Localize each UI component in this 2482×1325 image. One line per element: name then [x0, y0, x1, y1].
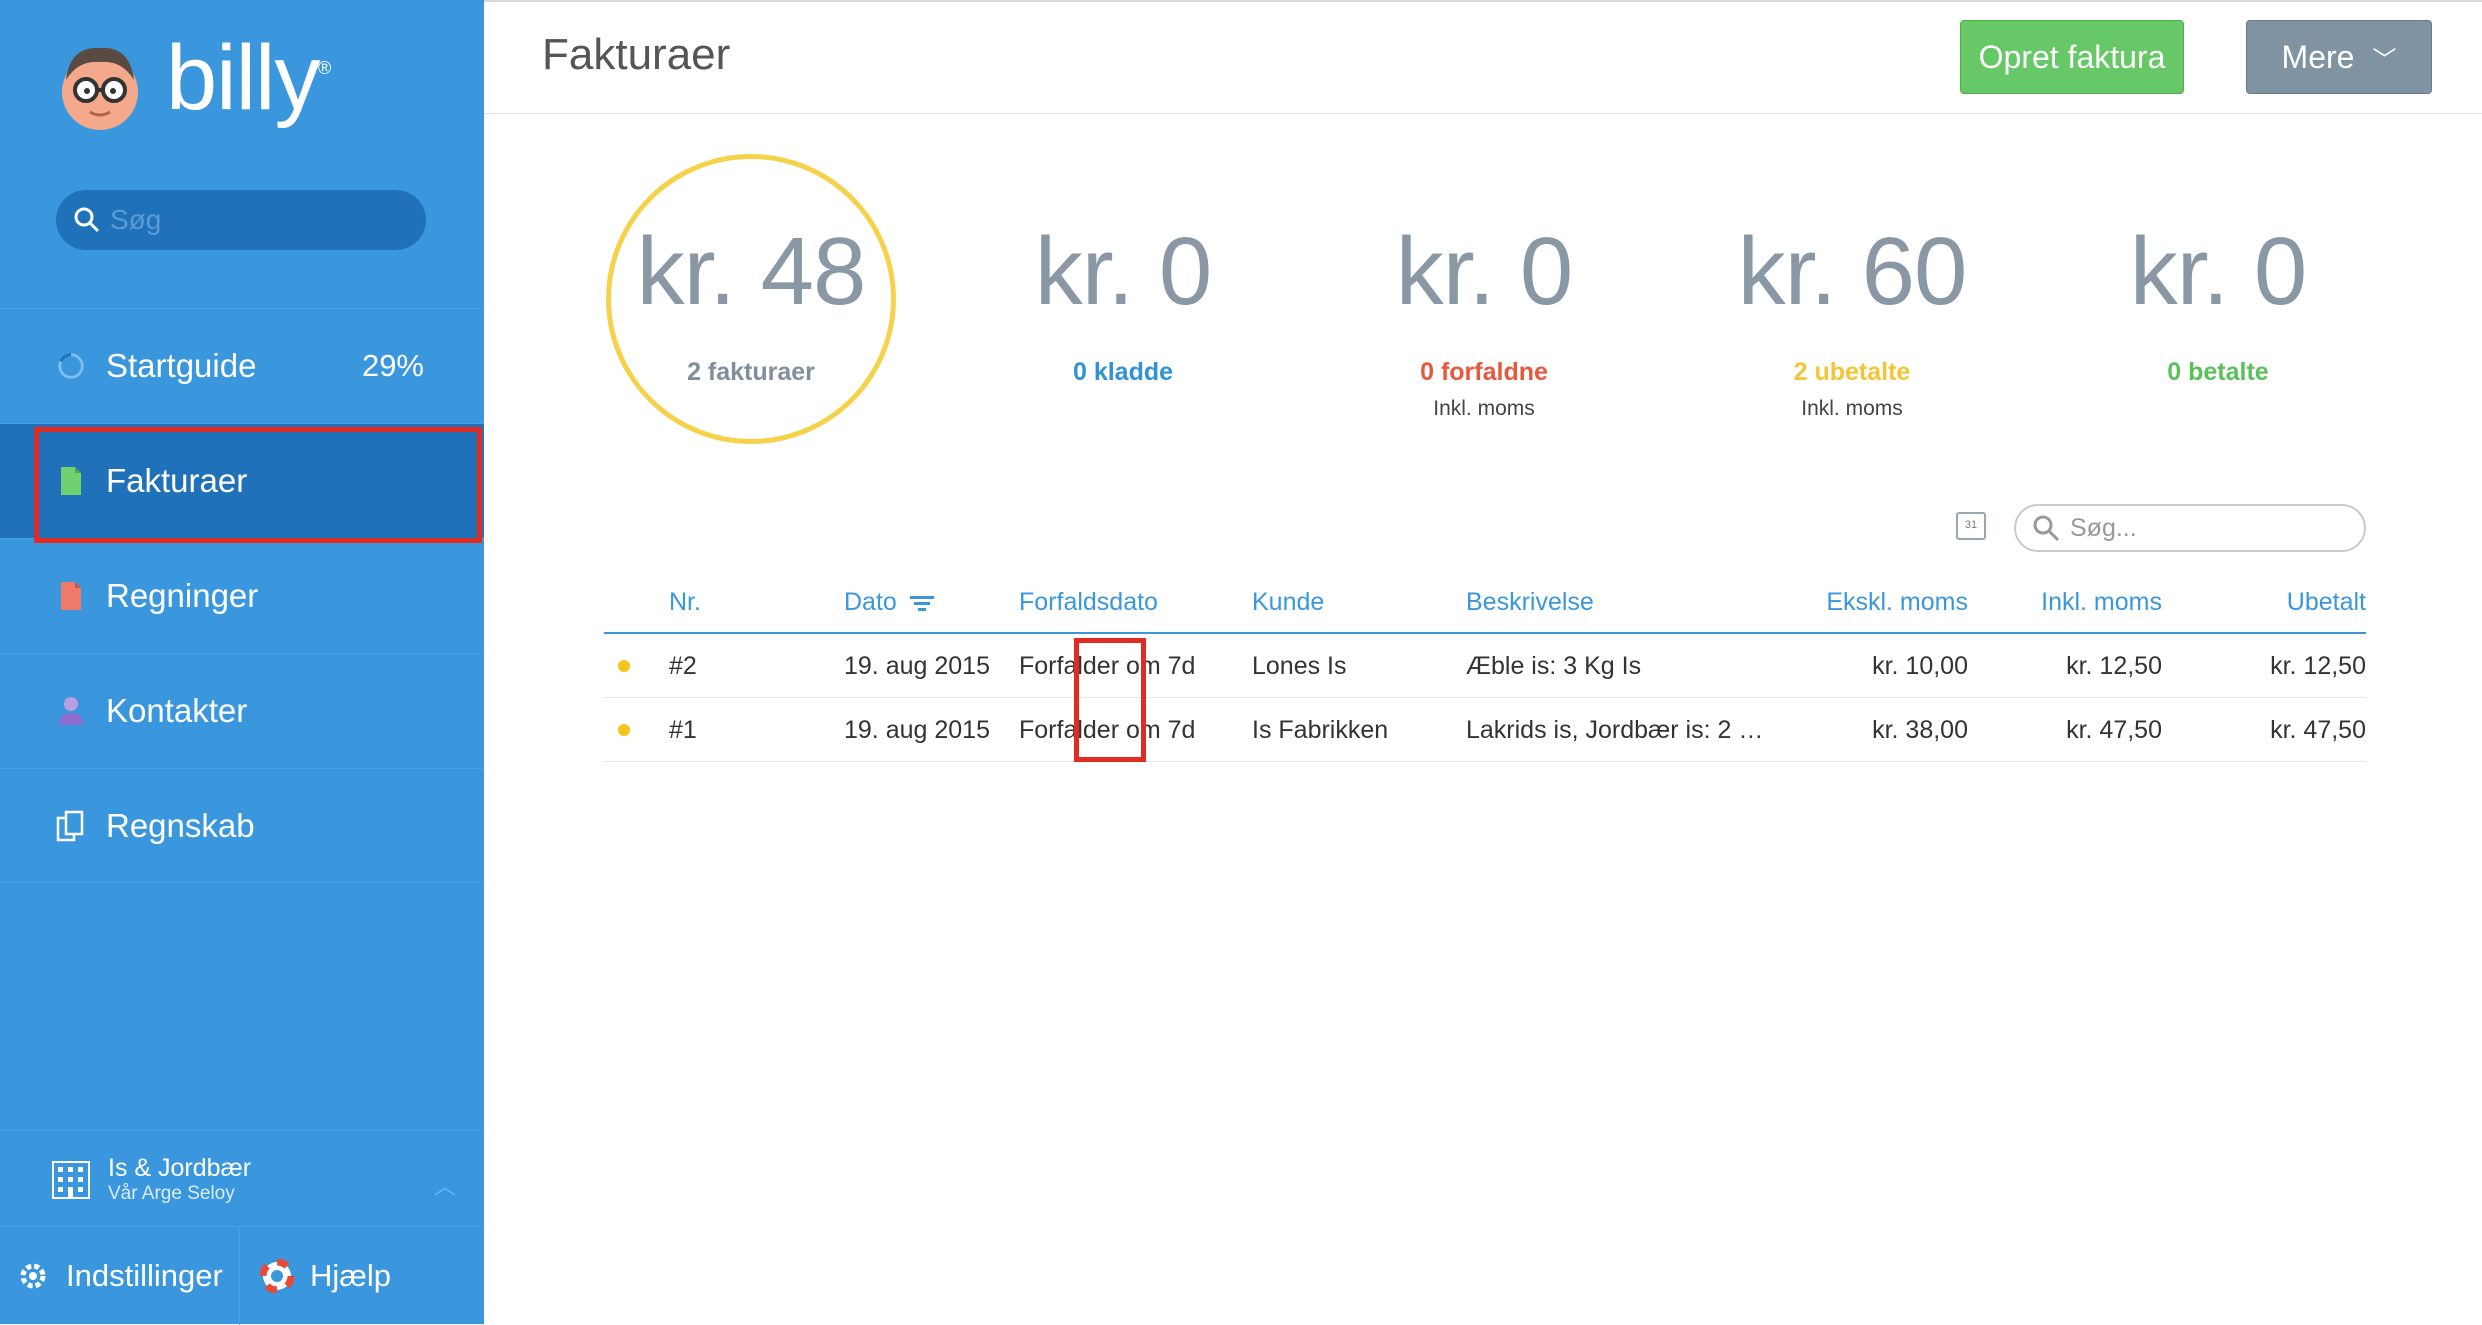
- company-name: Is & Jordbær: [108, 1153, 252, 1182]
- cell-forfaldsdato: Forfalder om 7d: [1019, 716, 1196, 744]
- chevron-down-icon: ﹀: [2372, 46, 2397, 74]
- cell-inkl-moms: kr. 12,50: [2066, 652, 2162, 680]
- sidebar-item-regnskab[interactable]: Regnskab: [0, 768, 484, 883]
- cell-ekskl-moms: kr. 10,00: [1872, 652, 1968, 680]
- top-bar: Fakturaer Opret faktura Mere ﹀: [484, 2, 2482, 114]
- stat-unpaid[interactable]: kr. 60 2 ubetalte Inkl. moms: [1702, 222, 2002, 421]
- cell-kunde: Is Fabrikken: [1252, 716, 1389, 744]
- company-switcher[interactable]: Is & Jordbær Vår Arge Seloy ︿: [0, 1130, 484, 1226]
- sidebar-item-startguide[interactable]: Startguide 29%: [0, 308, 484, 423]
- stat-amount: kr. 60: [1737, 218, 1968, 325]
- lifebuoy-icon: [260, 1259, 294, 1293]
- company-user: Vår Arge Seloy: [108, 1182, 235, 1204]
- page-title: Fakturaer: [542, 30, 731, 79]
- ledger-icon: [56, 810, 84, 841]
- cell-beskrivelse: Æble is: 3 Kg Is: [1466, 652, 1642, 680]
- settings-label: Indstillinger: [66, 1258, 223, 1293]
- stat-sub: Inkl. moms: [1433, 397, 1535, 420]
- cell-nr: #1: [669, 716, 697, 744]
- column-header-nr[interactable]: Nr.: [669, 588, 701, 617]
- stat-paid[interactable]: kr. 0 0 betalte: [2068, 222, 2368, 387]
- sidebar-item-label: Regninger: [106, 577, 259, 614]
- sidebar-item-regninger[interactable]: Regninger: [0, 538, 484, 653]
- table-header: Nr. Dato Forfaldsdato Kunde Beskrivelse …: [604, 572, 2366, 634]
- sidebar-search[interactable]: [56, 190, 426, 250]
- sort-descending-icon: [909, 596, 934, 612]
- stat-amount: kr. 48: [636, 218, 867, 325]
- search-icon: [74, 207, 100, 233]
- sidebar-nav: Startguide 29% Fakturaer Regninger Konta…: [0, 308, 484, 883]
- column-header-beskrivelse[interactable]: Beskrivelse: [1466, 588, 1594, 617]
- stat-label: 0 kladde: [1072, 358, 1174, 386]
- main-content: Fakturaer Opret faktura Mere ﹀ kr. 48 2 …: [484, 0, 2482, 1324]
- settings-button[interactable]: Indstillinger: [0, 1227, 240, 1325]
- status-dot-unpaid: [618, 660, 630, 672]
- table-search-input[interactable]: [2070, 513, 2350, 543]
- billy-logo[interactable]: billy ®: [56, 27, 331, 132]
- gear-icon: [20, 1263, 46, 1289]
- sidebar-item-label: Kontakter: [106, 692, 248, 729]
- column-header-label: Dato: [844, 588, 897, 616]
- invoice-doc-icon: [61, 467, 81, 495]
- cell-ubetalt: kr. 47,50: [2270, 716, 2366, 744]
- sidebar-item-label: Regnskab: [106, 806, 255, 844]
- cell-dato: 19. aug 2015: [844, 652, 990, 680]
- stat-amount: kr. 0: [2129, 218, 2307, 325]
- sidebar-footer: Indstillinger Hjælp: [0, 1226, 484, 1325]
- table-row[interactable]: #1 19. aug 2015 Forfalder om 7d Is Fabri…: [604, 698, 2366, 762]
- stat-sub: Inkl. moms: [1801, 397, 1903, 420]
- sidebar: billy ® Startguide 29% Fakturaer: [0, 0, 484, 1325]
- create-invoice-button[interactable]: Opret faktura: [1960, 20, 2184, 94]
- column-header-kunde[interactable]: Kunde: [1252, 588, 1324, 617]
- help-label: Hjælp: [310, 1258, 391, 1293]
- stat-all-invoices[interactable]: kr. 48 2 fakturaer: [601, 222, 901, 387]
- stat-label: 0 forfaldne: [1420, 358, 1548, 386]
- chevron-up-icon[interactable]: ︿: [434, 1169, 456, 1201]
- logo-text: billy: [166, 26, 320, 129]
- status-dot-unpaid: [618, 724, 630, 736]
- more-label: Mere: [2281, 38, 2355, 75]
- sidebar-item-label: Startguide: [106, 347, 257, 384]
- cell-beskrivelse: Lakrids is, Jordbær is: 2 …: [1466, 716, 1764, 744]
- cell-forfaldsdato: Forfalder om 7d: [1019, 652, 1196, 680]
- cell-ubetalt: kr. 12,50: [2270, 652, 2366, 680]
- registered-mark: ®: [318, 58, 332, 78]
- building-icon: [52, 1160, 90, 1199]
- startguide-progress: 29%: [361, 348, 424, 383]
- billy-face-icon: [62, 47, 138, 130]
- stat-overdue[interactable]: kr. 0 0 forfaldne Inkl. moms: [1334, 222, 1634, 421]
- sidebar-item-kontakter[interactable]: Kontakter: [0, 653, 484, 768]
- person-icon: [59, 697, 83, 725]
- sidebar-item-fakturaer[interactable]: Fakturaer: [0, 423, 484, 538]
- stat-label: 2 ubetalte: [1793, 358, 1911, 386]
- calendar-icon[interactable]: 31: [1956, 512, 1986, 540]
- sidebar-item-label: Fakturaer: [106, 462, 248, 499]
- stat-amount: kr. 0: [1034, 218, 1212, 325]
- stat-label: 2 fakturaer: [687, 358, 815, 386]
- company-info: Is & Jordbær Vår Arge Seloy: [108, 1153, 251, 1205]
- search-icon: [2033, 515, 2060, 542]
- column-header-ekskl-moms[interactable]: Ekskl. moms: [1826, 588, 1968, 617]
- cell-inkl-moms: kr. 47,50: [2066, 716, 2162, 744]
- bill-doc-icon: [61, 582, 81, 610]
- stat-label: 0 betalte: [2167, 358, 2269, 386]
- cell-dato: 19. aug 2015: [844, 716, 990, 744]
- table-search[interactable]: [2014, 504, 2366, 552]
- invoice-table: Nr. Dato Forfaldsdato Kunde Beskrivelse …: [604, 572, 2366, 762]
- help-button[interactable]: Hjælp: [240, 1227, 391, 1325]
- cell-ekskl-moms: kr. 38,00: [1872, 716, 1968, 744]
- column-header-dato[interactable]: Dato: [844, 588, 934, 617]
- cell-nr: #2: [669, 652, 697, 680]
- column-header-forfaldsdato[interactable]: Forfaldsdato: [1019, 588, 1158, 617]
- stat-drafts[interactable]: kr. 0 0 kladde: [973, 222, 1273, 387]
- column-header-inkl-moms[interactable]: Inkl. moms: [2041, 588, 2162, 617]
- progress-ring-icon: [58, 353, 84, 379]
- cell-kunde: Lones Is: [1252, 652, 1347, 680]
- sidebar-search-input[interactable]: [110, 204, 410, 236]
- column-header-ubetalt[interactable]: Ubetalt: [2287, 588, 2366, 617]
- stat-amount: kr. 0: [1395, 218, 1573, 325]
- table-row[interactable]: #2 19. aug 2015 Forfalder om 7d Lones Is…: [604, 634, 2366, 698]
- more-menu-button[interactable]: Mere ﹀: [2246, 20, 2432, 94]
